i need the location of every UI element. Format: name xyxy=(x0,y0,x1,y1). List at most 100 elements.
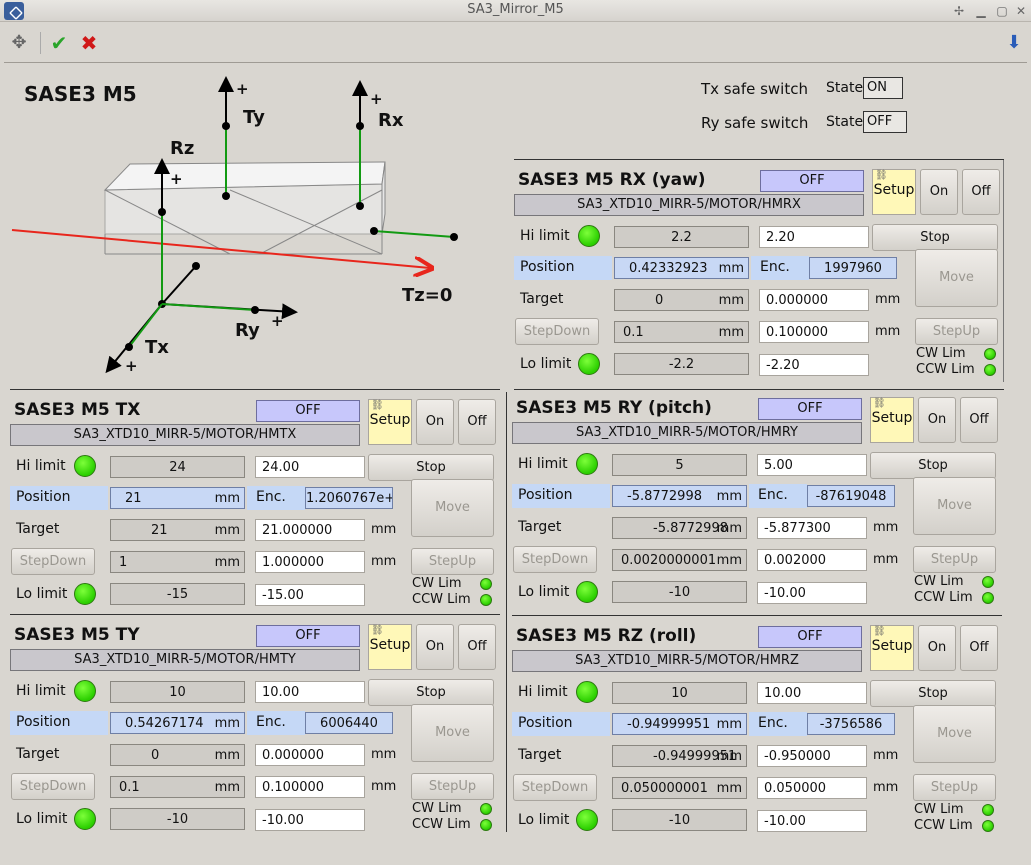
lo-limit-led xyxy=(576,581,598,603)
lo-limit-input[interactable]: -2.20 xyxy=(759,354,869,376)
hi-limit-input[interactable]: 10.00 xyxy=(255,681,365,703)
check-icon[interactable]: ✔ xyxy=(45,30,73,56)
on-button[interactable]: On xyxy=(920,169,958,215)
stop-button[interactable]: Stop xyxy=(872,224,998,251)
lo-limit-input[interactable]: -15.00 xyxy=(255,584,365,606)
stop-button[interactable]: Stop xyxy=(870,452,996,479)
tx-dot xyxy=(125,343,133,351)
hi-limit-input[interactable]: 24.00 xyxy=(255,456,365,478)
link-icon: ⛓ xyxy=(371,625,384,636)
position-unit: mm xyxy=(716,717,742,732)
move-button[interactable]: Move xyxy=(411,479,494,537)
stepup-button[interactable]: StepUp xyxy=(913,546,996,573)
on-button[interactable]: On xyxy=(416,624,454,670)
step-input[interactable]: 0.100000 xyxy=(255,776,365,798)
setup-button[interactable]: ⛓ Setup xyxy=(870,625,914,671)
target-input-unit: mm xyxy=(875,292,901,307)
lo-limit-input[interactable]: -10.00 xyxy=(757,810,867,832)
hi-limit-input[interactable]: 5.00 xyxy=(757,454,867,476)
position-label: Position xyxy=(518,487,573,503)
hi-limit-label: Hi limit xyxy=(520,228,570,244)
hi-limit-input[interactable]: 10.00 xyxy=(757,682,867,704)
hi-limit-led xyxy=(74,680,96,702)
step-input[interactable]: 0.002000 xyxy=(757,549,867,571)
down-arrow-icon[interactable]: ⬇ xyxy=(1000,30,1028,56)
stepdown-button[interactable]: StepDown xyxy=(11,548,95,575)
step-value: 0.1 xyxy=(623,325,644,340)
stepdown-button[interactable]: StepDown xyxy=(513,546,597,573)
tz-label: Tz=0 xyxy=(402,285,453,306)
target-unit: mm xyxy=(214,523,240,538)
off-button[interactable]: Off xyxy=(960,625,998,671)
off-button[interactable]: Off xyxy=(458,624,496,670)
panel-title: SASE3 M5 RX (yaw) xyxy=(518,170,706,190)
device-path: SA3_XTD10_MIRR-5/MOTOR/HMTY xyxy=(10,649,360,671)
lo-limit-input[interactable]: -10.00 xyxy=(255,809,365,831)
stepdown-button[interactable]: StepDown xyxy=(11,773,95,800)
stepdown-button[interactable]: StepDown xyxy=(513,774,597,801)
stepdown-button[interactable]: StepDown xyxy=(515,318,599,345)
step-readback: 0.1 mm xyxy=(614,321,749,343)
target-input[interactable]: 0.000000 xyxy=(759,289,869,311)
target-input[interactable]: 21.000000 xyxy=(255,519,365,541)
off-button[interactable]: Off xyxy=(458,399,496,445)
panel-title: SASE3 M5 RZ (roll) xyxy=(516,626,697,646)
stepup-button[interactable]: StepUp xyxy=(411,773,494,800)
close-window-icon[interactable]: ✕ xyxy=(1012,2,1030,20)
step-readback: 1 mm xyxy=(110,551,245,573)
help-icon[interactable]: ✢ xyxy=(950,2,968,20)
position-value: 21 xyxy=(125,491,142,506)
target-input-unit: mm xyxy=(371,522,397,537)
off-button[interactable]: Off xyxy=(962,169,1000,215)
on-button[interactable]: On xyxy=(416,399,454,445)
step-input[interactable]: 0.100000 xyxy=(759,321,869,343)
stepup-button[interactable]: StepUp xyxy=(411,548,494,575)
on-button[interactable]: On xyxy=(918,625,956,671)
setup-button[interactable]: ⛓ Setup xyxy=(872,169,916,215)
setup-button[interactable]: ⛓ Setup xyxy=(368,624,412,670)
maximize-icon[interactable]: ▢ xyxy=(993,2,1011,20)
hi-limit-input[interactable]: 2.20 xyxy=(759,226,869,248)
target-unit: mm xyxy=(718,293,744,308)
hi-limit-readback: 5 xyxy=(612,454,747,476)
setup-button[interactable]: ⛓ Setup xyxy=(368,399,412,445)
toolbar: ✥ ✔ ✖ ⬇ xyxy=(0,26,1031,60)
setup-button[interactable]: ⛓ Setup xyxy=(870,397,914,443)
step-input-unit: mm xyxy=(873,780,899,795)
target-input[interactable]: -5.877300 xyxy=(757,517,867,539)
target-input[interactable]: -0.950000 xyxy=(757,745,867,767)
step-input[interactable]: 0.050000 xyxy=(757,777,867,799)
move-icon[interactable]: ✥ xyxy=(5,30,33,56)
on-button[interactable]: On xyxy=(918,397,956,443)
lo-limit-input[interactable]: -10.00 xyxy=(757,582,867,604)
target-input[interactable]: 0.000000 xyxy=(255,744,365,766)
off-button[interactable]: Off xyxy=(960,397,998,443)
stop-button[interactable]: Stop xyxy=(368,679,494,706)
cw-lim-label: CW Lim xyxy=(412,576,462,591)
stop-button[interactable]: Stop xyxy=(368,454,494,481)
move-button[interactable]: Move xyxy=(411,704,494,762)
stepup-button[interactable]: StepUp xyxy=(913,774,996,801)
lo-limit-label: Lo limit xyxy=(16,586,68,602)
target-input-unit: mm xyxy=(873,520,899,535)
stop-button[interactable]: Stop xyxy=(870,680,996,707)
step-input[interactable]: 1.000000 xyxy=(255,551,365,573)
beam-line xyxy=(11,229,430,268)
move-button[interactable]: Move xyxy=(915,249,998,307)
rz-plus: + xyxy=(170,170,183,188)
step-value: 0.0020000001 xyxy=(621,553,717,568)
panel-separator xyxy=(10,614,500,615)
move-button[interactable]: Move xyxy=(913,477,996,535)
window-title: SA3_Mirror_M5 xyxy=(467,2,564,17)
encoder-readback: 6006440 xyxy=(305,712,393,734)
minimize-icon[interactable]: ▁ xyxy=(972,2,990,20)
tx-label: Tx xyxy=(145,337,169,358)
tx-safe-switch-label: Tx safe switch xyxy=(701,80,808,98)
cw-lim-led xyxy=(480,578,492,590)
encoder-readback: -3756586 xyxy=(807,713,895,735)
position-value: 0.54267174 xyxy=(125,716,204,731)
move-button[interactable]: Move xyxy=(913,705,996,763)
close-icon[interactable]: ✖ xyxy=(75,30,103,56)
stepup-button[interactable]: StepUp xyxy=(915,318,998,345)
cw-lim-led xyxy=(480,803,492,815)
